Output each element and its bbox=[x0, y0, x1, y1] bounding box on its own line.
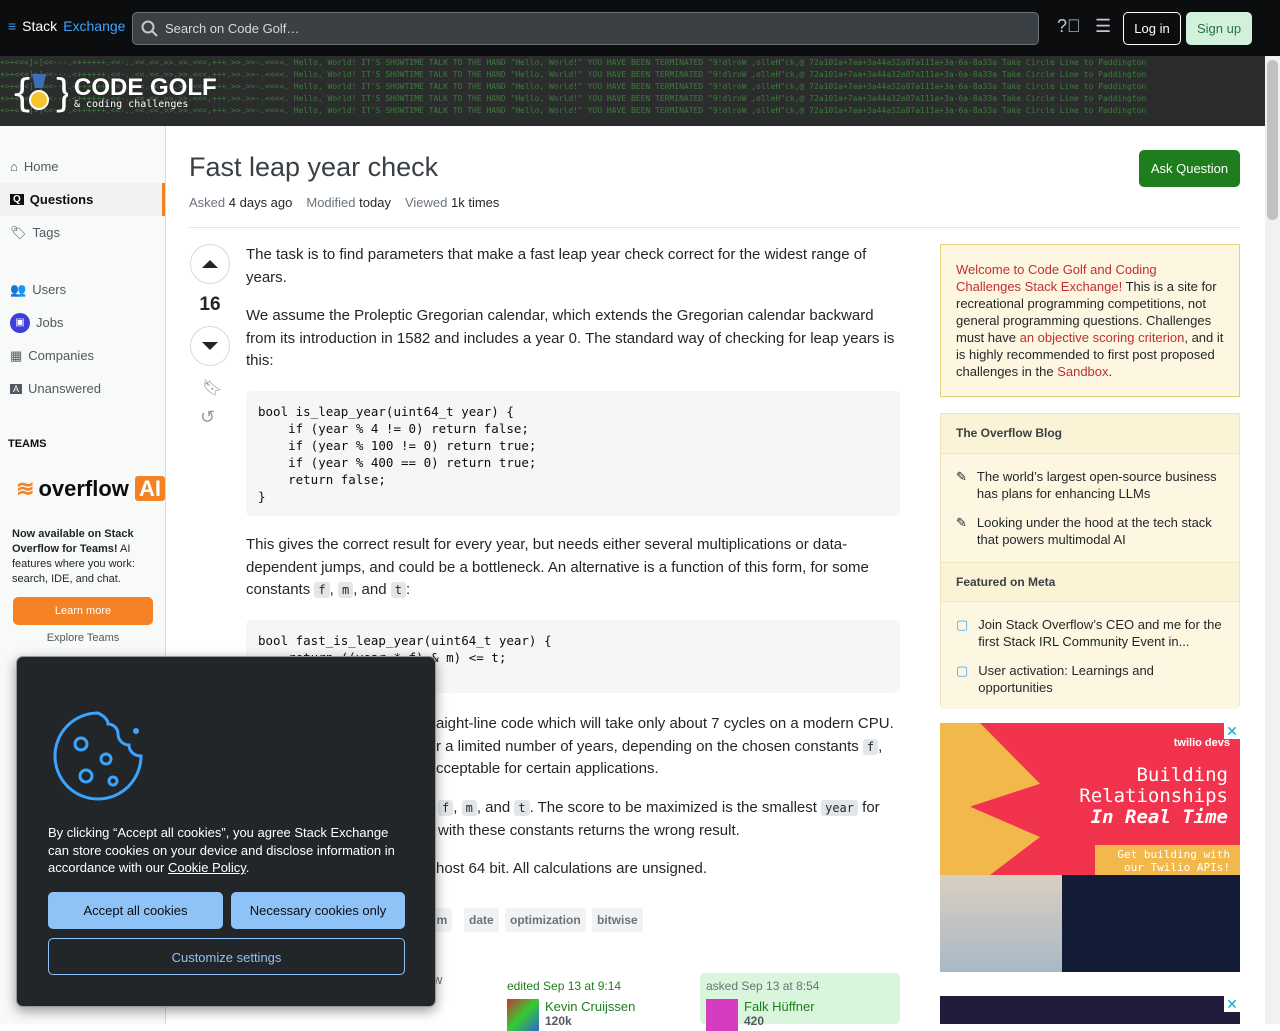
post-paragraph: This gives the correct result for every … bbox=[246, 536, 869, 598]
customize-settings-button[interactable]: Customize settings bbox=[48, 938, 405, 975]
overflow-ai-logo: ≋ overflow AI bbox=[12, 476, 166, 502]
avatar[interactable] bbox=[507, 999, 539, 1031]
tag[interactable]: optimization bbox=[505, 908, 586, 932]
twilio-advertisement[interactable]: twilio devs Building Relationships In Real… bbox=[940, 723, 1240, 972]
history-icon[interactable]: ↺ bbox=[200, 407, 215, 428]
search-icon bbox=[141, 20, 158, 37]
vote-count: 16 bbox=[199, 294, 221, 315]
accept-all-cookies-button[interactable]: Accept all cookies bbox=[48, 892, 223, 929]
cookie-policy-link[interactable]: Cookie Policy bbox=[168, 860, 246, 875]
explore-teams-link[interactable]: Explore Teams bbox=[13, 632, 153, 644]
overflow-blog-widget: The Overflow Blog ✎ The world’s largest o… bbox=[940, 413, 1240, 709]
tag[interactable]: date bbox=[464, 908, 499, 932]
welcome-notice: Welcome to Code Golf and Coding Challeng… bbox=[940, 244, 1240, 397]
unanswered-icon: A bbox=[10, 383, 23, 394]
advertisement[interactable]: ✕ bbox=[940, 996, 1240, 1024]
briefcase-icon: ▣ bbox=[10, 312, 30, 333]
downvote-button[interactable] bbox=[190, 326, 230, 366]
necessary-cookies-button[interactable]: Necessary cookies only bbox=[231, 892, 405, 929]
home-icon: ⌂ bbox=[10, 159, 18, 174]
ad-photo bbox=[940, 875, 1062, 972]
sidebar-item-unanswered[interactable]: A Unanswered bbox=[0, 372, 165, 405]
code-golf-logo[interactable]: {} CODE GOLF& coding challenges bbox=[10, 72, 217, 114]
arrow-up-icon bbox=[202, 260, 218, 268]
banner-code-background: +>+<<<]>]<<---.<++++++.<<-..<<.<<.>>.>>.… bbox=[0, 58, 1147, 67]
page-title[interactable]: Fast leap year check bbox=[189, 152, 438, 183]
post-paragraph: aight-line code which will take only abo… bbox=[436, 715, 894, 777]
tag[interactable]: bitwise bbox=[592, 908, 643, 932]
teams-promo-text: Now available on Stack Overflow for Team… bbox=[12, 528, 135, 585]
meta-item[interactable]: ▢ Join Stack Overflow’s CEO and me for th… bbox=[941, 610, 1239, 656]
help-icon[interactable]: ?⃝ bbox=[1057, 16, 1081, 37]
pencil-icon: ✎ bbox=[956, 515, 967, 530]
divider bbox=[189, 227, 1240, 228]
teams-heading: TEAMS bbox=[8, 438, 47, 450]
svg-text:}: } bbox=[52, 72, 68, 114]
sidebar-item-jobs[interactable]: ▣ Jobs bbox=[0, 306, 165, 339]
ask-question-button[interactable]: Ask Question bbox=[1139, 150, 1240, 187]
cookie-text: By clicking “Accept all cookies”, you ag… bbox=[48, 825, 395, 875]
blog-item[interactable]: ✎ The world’s largest open-source busines… bbox=[941, 462, 1239, 508]
post-paragraph: host 64 bit. All calculations are unsign… bbox=[436, 860, 708, 877]
user-link[interactable]: Falk Hüffner bbox=[744, 999, 815, 1014]
avatar[interactable] bbox=[706, 999, 738, 1031]
cookie-consent-dialog: By clicking “Accept all cookies”, you ag… bbox=[16, 656, 436, 1007]
sidebar-item-users[interactable]: 👥 Users bbox=[0, 273, 165, 306]
post-paragraph: f, m, and t. The score to be maximized i… bbox=[438, 799, 880, 839]
users-icon: 👥 bbox=[10, 281, 27, 297]
learn-more-button[interactable]: Learn more bbox=[13, 597, 153, 625]
sidebar-item-home[interactable]: ⌂ Home bbox=[0, 150, 165, 183]
blog-item[interactable]: ✎ Looking under the hood at the tech stac… bbox=[941, 508, 1239, 554]
close-ad-icon[interactable]: ✕ bbox=[1224, 996, 1240, 1012]
code-block: bool is_leap_year(uint64_t year) { if (y… bbox=[246, 391, 900, 516]
upvote-button[interactable] bbox=[190, 244, 230, 284]
asked-signature: asked Sep 13 at 8:54 Falk Hüffner 420 bbox=[700, 973, 900, 1031]
arrow-down-icon bbox=[202, 342, 218, 350]
question-meta: Asked 4 days ago Modified today Viewed 1k … bbox=[189, 195, 500, 210]
pencil-icon: ✎ bbox=[956, 469, 967, 484]
sidebar-item-companies[interactable]: ▦ Companies bbox=[0, 339, 165, 372]
companies-icon: ▦ bbox=[10, 347, 23, 363]
questions-icon: Q bbox=[10, 194, 24, 205]
search-input[interactable]: Search on Code Golf… bbox=[132, 12, 1039, 45]
sidebar-item-questions[interactable]: Q Questions bbox=[0, 183, 165, 216]
chat-bubble-icon: ▢ bbox=[956, 663, 969, 678]
post-paragraph: The task is to find parameters that make… bbox=[246, 246, 867, 286]
close-ad-icon[interactable]: ✕ bbox=[1224, 723, 1240, 739]
login-button[interactable]: Log in bbox=[1123, 12, 1181, 45]
cookie-icon bbox=[53, 711, 143, 801]
user-link[interactable]: Kevin Cruijssen bbox=[545, 999, 635, 1014]
meta-item[interactable]: ▢ User activation: Learnings and opportun… bbox=[941, 656, 1239, 702]
svg-text:{: { bbox=[10, 72, 34, 114]
bookmark-icon[interactable]: 🔖︎ bbox=[202, 378, 222, 398]
post-paragraph: We assume the Proleptic Gregorian calend… bbox=[246, 307, 895, 369]
chat-bubble-icon: ▢ bbox=[956, 617, 969, 632]
edited-signature: edited Sep 13 at 9:14 Kevin Cruijssen 120k bbox=[507, 979, 635, 1031]
stackexchange-logo[interactable]: ≡ Stack Exchange bbox=[8, 18, 125, 34]
scrollbar-thumb[interactable] bbox=[1267, 60, 1278, 220]
tag-icon: 🏷 bbox=[10, 224, 27, 240]
sidebar-item-tags[interactable]: 🏷 Tags bbox=[0, 216, 165, 249]
site-switcher-icon[interactable]: ☰ bbox=[1095, 16, 1111, 37]
signup-button[interactable]: Sign up bbox=[1186, 12, 1252, 45]
medal-logo-icon: {} bbox=[10, 72, 68, 114]
